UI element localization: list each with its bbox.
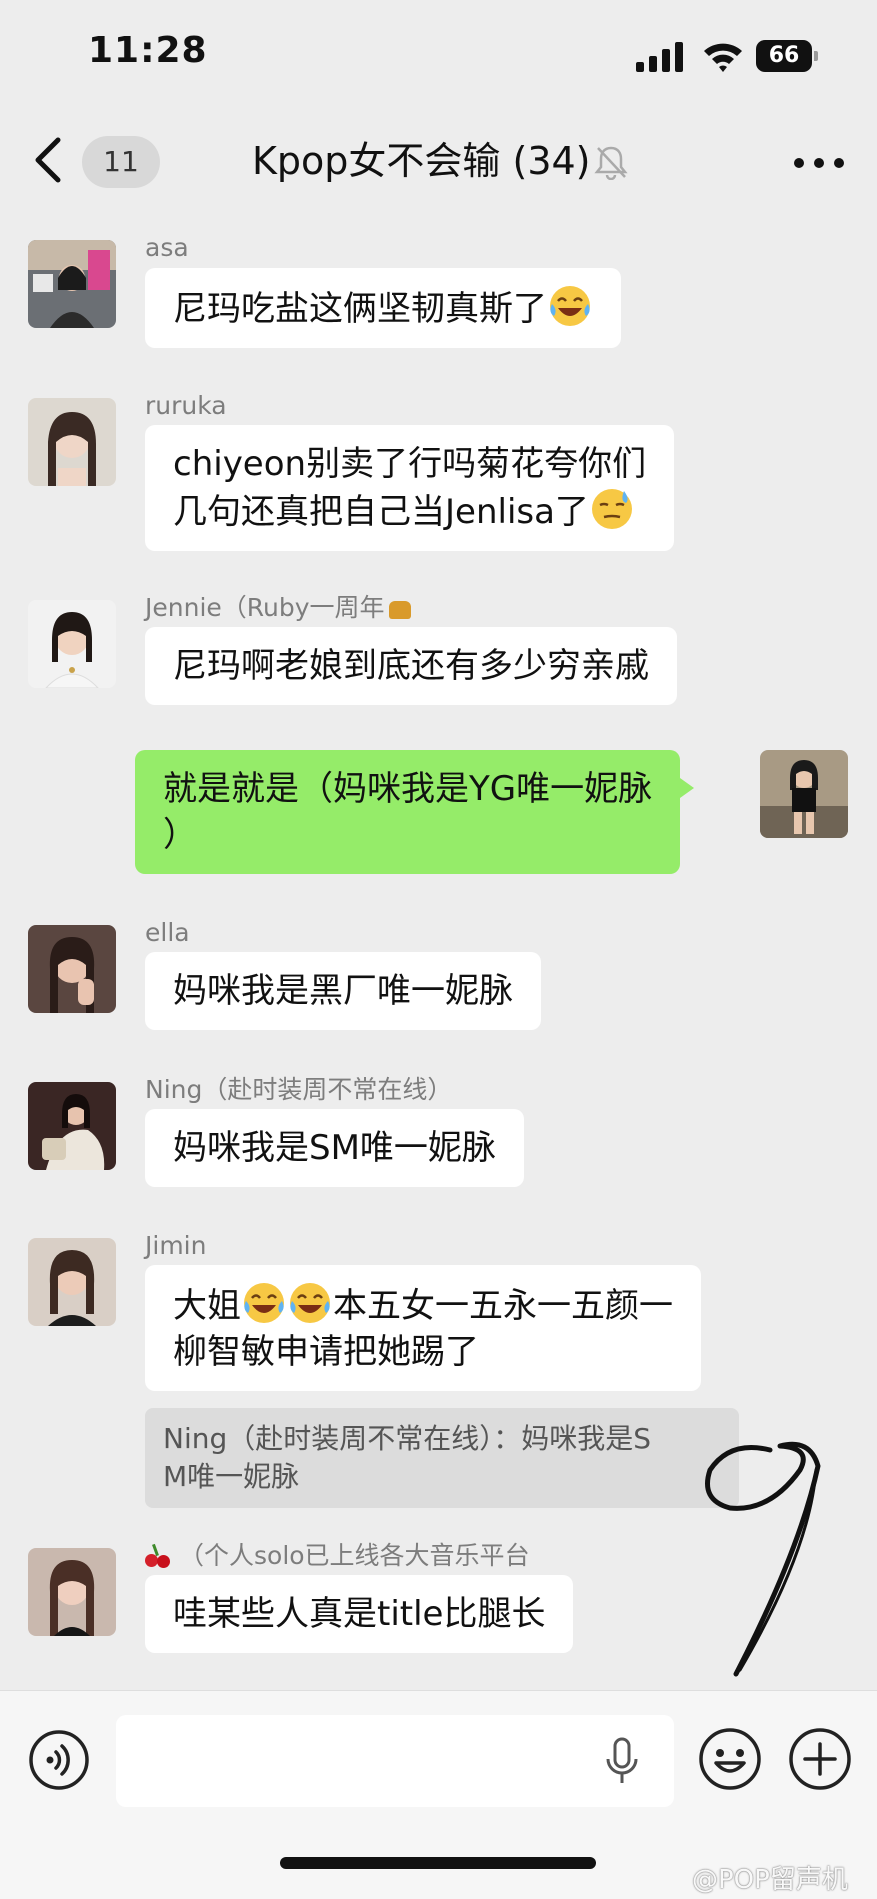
cellular-signal-icon	[636, 42, 683, 72]
microphone-icon[interactable]	[602, 1737, 642, 1787]
message-text: 尼玛吃盐这俩坚韧真斯了	[173, 289, 547, 329]
sender-name: （个人solo已上线各大音乐平台	[145, 1540, 530, 1572]
quote-text: Ning（赴时装周不常在线）：妈咪我是S	[163, 1422, 652, 1455]
sender-name: Jimin	[145, 1231, 207, 1260]
unread-count-badge[interactable]: 11	[82, 136, 160, 188]
message-text: 就是就是（妈咪我是YG唯一妮脉	[163, 769, 653, 809]
emoji-button[interactable]	[698, 1727, 762, 1791]
back-button[interactable]	[28, 132, 68, 188]
battery-icon: 66	[756, 40, 818, 72]
message-text: 妈咪我是SM唯一妮脉	[173, 1128, 496, 1168]
message-text: chiyeon别卖了行吗菊花夸你们	[173, 444, 647, 484]
laugh-cry-emoji-icon	[244, 1283, 284, 1323]
more-functions-plus-button[interactable]	[788, 1727, 852, 1791]
watermark: @POP留声机	[692, 1865, 848, 1895]
avatar[interactable]	[28, 240, 116, 328]
message-text: 尼玛啊老娘到底还有多少穷亲戚	[173, 646, 649, 686]
message-bubble[interactable]: 尼玛啊老娘到底还有多少穷亲戚	[145, 627, 677, 705]
avatar[interactable]	[28, 1082, 116, 1170]
sender-name: ruruka	[145, 391, 227, 420]
my-message-bubble[interactable]: 就是就是（妈咪我是YG唯一妮脉 ）	[135, 750, 695, 874]
avatar[interactable]	[28, 398, 116, 486]
message-text: 柳智敏申请把她踢了	[173, 1332, 479, 1372]
voice-mode-button[interactable]	[28, 1729, 90, 1791]
message-bubble[interactable]: 妈咪我是SM唯一妮脉	[145, 1109, 524, 1187]
sender-name: Ning（赴时装周不常在线）	[145, 1075, 453, 1104]
cherry-emoji-icon	[145, 1543, 171, 1568]
more-options-button[interactable]	[790, 144, 850, 180]
message-text: 本五女一五永一五颜一	[333, 1286, 673, 1326]
chat-title: Kpop女不会输 (34)	[252, 139, 591, 183]
quote-text: M唯一妮脉	[163, 1460, 300, 1493]
message-text: 几句还真把自己当Jenlisa了	[173, 492, 589, 532]
laugh-cry-emoji-icon	[290, 1283, 330, 1323]
sender-name: ella	[145, 918, 190, 947]
laugh-cry-emoji-icon	[550, 286, 590, 326]
avatar[interactable]	[28, 1548, 116, 1636]
chat-header: 11 Kpop女不会输 (34)	[0, 110, 877, 210]
avatar[interactable]	[28, 600, 116, 688]
message-bubble[interactable]: 大姐 本五女一五永一五颜一 柳智敏申请把她踢了	[145, 1265, 701, 1391]
handdrawn-scribble	[705, 1441, 821, 1677]
message-bubble[interactable]: 尼玛吃盐这俩坚韧真斯了	[145, 268, 621, 348]
my-avatar[interactable]	[760, 750, 848, 838]
message-bubble[interactable]: chiyeon别卖了行吗菊花夸你们 几句还真把自己当Jenlisa了	[145, 425, 675, 551]
wifi-icon	[704, 43, 742, 72]
message-text: ）	[163, 815, 197, 855]
home-indicator[interactable]	[280, 1857, 596, 1869]
message-bubble[interactable]: 妈咪我是黑厂唯一妮脉	[145, 952, 541, 1030]
sweat-smile-emoji-icon	[591, 489, 632, 529]
quoted-message[interactable]: Ning（赴时装周不常在线）：妈咪我是S M唯一妮脉	[145, 1408, 739, 1508]
message-input-bar: @POP留声机	[0, 1690, 877, 1899]
avatar[interactable]	[28, 1238, 116, 1326]
message-text: 哇某些人真是title比腿长	[173, 1594, 546, 1634]
status-bar: 11:28 66	[0, 0, 877, 110]
hive-emoji-icon	[388, 601, 411, 619]
message-text: 大姐	[173, 1286, 241, 1326]
message-text: 妈咪我是黑厂唯一妮脉	[173, 971, 513, 1011]
status-time: 11:28	[88, 30, 208, 71]
avatar[interactable]	[28, 925, 116, 1013]
sender-name: Jennie（Ruby一周年	[145, 592, 411, 624]
battery-level: 66	[756, 40, 812, 72]
sender-name: asa	[145, 233, 189, 262]
message-bubble[interactable]: 哇某些人真是title比腿长	[145, 1575, 574, 1653]
mute-bell-icon	[594, 146, 628, 180]
message-text-input[interactable]	[116, 1715, 674, 1807]
